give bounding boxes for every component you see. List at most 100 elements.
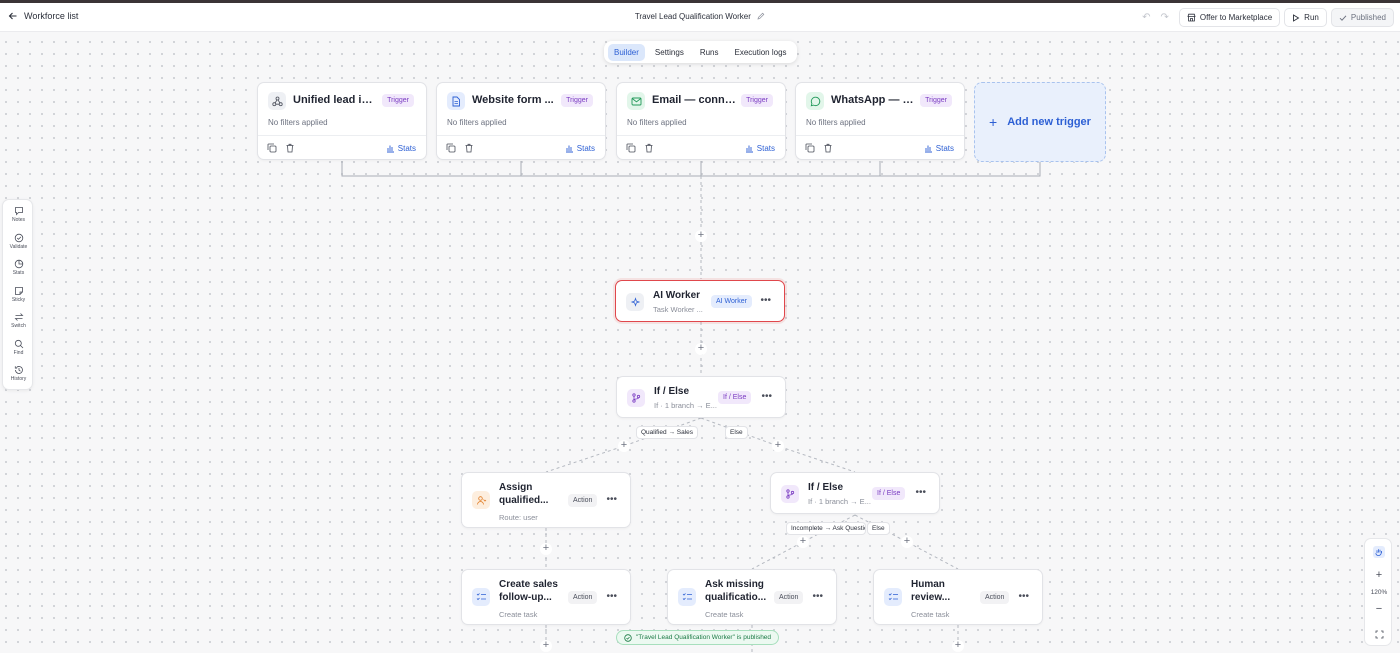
bar-chart-icon — [924, 145, 932, 153]
node-title: Create sales follow-up... — [499, 578, 558, 604]
ask-missing-qualification-node[interactable]: Ask missing qualificatio... Create task A… — [667, 569, 837, 625]
add-step-button[interactable]: + — [695, 230, 707, 242]
document-icon — [447, 92, 465, 110]
trash-icon[interactable] — [644, 143, 654, 153]
trigger-name: Email — conne... — [652, 94, 738, 106]
trash-icon[interactable] — [823, 143, 833, 153]
node-subtitle: Create task — [705, 610, 744, 619]
fit-view-icon[interactable] — [1375, 630, 1384, 639]
add-step-button[interactable]: + — [772, 440, 784, 452]
node-title: Assign qualified... — [499, 481, 548, 507]
left-toolbar: Notes Validate Stats Sticky Switch Find … — [2, 199, 33, 390]
toolbar-stats[interactable]: Stats — [3, 259, 34, 276]
stats-label: Stats — [397, 144, 416, 153]
mail-icon — [627, 92, 645, 110]
trash-icon[interactable] — [464, 143, 474, 153]
toolbar-sticky[interactable]: Sticky — [3, 286, 34, 303]
toolbar-label: Stats — [12, 270, 25, 276]
toast-text: "Travel Lead Qualification Worker" is pu… — [636, 634, 772, 641]
human-review-node[interactable]: Human review... Create task Action ••• — [873, 569, 1043, 625]
node-subtitle: Create task — [911, 610, 950, 619]
more-options-icon[interactable]: ••• — [760, 295, 771, 306]
trigger-filters: No filters applied — [627, 118, 687, 127]
add-step-button[interactable]: + — [797, 536, 809, 548]
node-title-line2: qualified... — [499, 495, 549, 506]
more-options-icon[interactable]: ••• — [606, 494, 617, 505]
more-options-icon[interactable]: ••• — [915, 487, 926, 498]
create-sales-followup-node[interactable]: Create sales follow-up... Create task Act… — [461, 569, 631, 625]
trigger-badge: Trigger — [382, 94, 414, 107]
stats-link[interactable]: Stats — [924, 144, 954, 153]
hand-icon[interactable] — [1373, 546, 1385, 558]
more-options-icon[interactable]: ••• — [1018, 591, 1029, 602]
node-subtitle: Task Worker ... — [653, 305, 703, 314]
trigger-card[interactable]: Unified lead int... Trigger No filters a… — [257, 82, 427, 160]
ai-worker-node[interactable]: AI Worker Task Worker ... AI Worker ••• — [615, 280, 785, 322]
node-subtitle: Create task — [499, 610, 538, 619]
node-title-line1: Ask missing — [705, 579, 764, 590]
more-options-icon[interactable]: ••• — [812, 591, 823, 602]
node-title: If / Else — [654, 386, 690, 397]
trigger-badge: Trigger — [741, 94, 773, 107]
trigger-filters: No filters applied — [447, 118, 507, 127]
if-else-node[interactable]: If / Else If · 1 branch → E... If / Else… — [616, 376, 786, 418]
more-options-icon[interactable]: ••• — [761, 391, 772, 402]
trash-icon[interactable] — [285, 143, 295, 153]
sparkle-icon — [626, 293, 644, 311]
node-title: Human review... — [911, 578, 950, 604]
trigger-card[interactable]: WhatsApp — c... Trigger No filters appli… — [795, 82, 965, 160]
edge-label-else: Else — [867, 522, 890, 535]
toolbar-notes[interactable]: Notes — [3, 206, 34, 223]
toolbar-label: Switch — [11, 323, 26, 329]
more-options-icon[interactable]: ••• — [606, 591, 617, 602]
webhook-icon — [268, 92, 286, 110]
node-title-line2: qualificatio... — [705, 592, 767, 603]
divider — [258, 135, 426, 136]
notes-icon — [14, 207, 23, 216]
edge-label-qualified: Qualified → Sales — [636, 426, 699, 439]
toolbar-find[interactable]: Find — [3, 339, 34, 356]
checklist-icon — [678, 588, 696, 606]
add-step-button[interactable]: + — [540, 640, 552, 652]
trigger-filters: No filters applied — [806, 118, 866, 127]
toolbar-history[interactable]: History — [3, 365, 34, 382]
zoom-out-button[interactable]: − — [1365, 603, 1393, 615]
divider — [437, 135, 605, 136]
trigger-badge: Trigger — [920, 94, 952, 107]
user-route-icon — [472, 491, 490, 509]
history-icon — [14, 366, 23, 374]
zoom-in-button[interactable]: + — [1365, 569, 1393, 581]
trigger-card[interactable]: Website form ... Trigger No filters appl… — [436, 82, 606, 160]
add-step-button[interactable]: + — [540, 543, 552, 555]
add-step-button[interactable]: + — [952, 640, 964, 652]
copy-icon[interactable] — [805, 143, 815, 153]
toolbar-switch[interactable]: Switch — [3, 312, 34, 329]
stats-label: Stats — [576, 144, 595, 153]
copy-icon[interactable] — [626, 143, 636, 153]
toolbar-validate[interactable]: Validate — [3, 233, 34, 250]
divider — [796, 135, 964, 136]
add-step-button[interactable]: + — [901, 536, 913, 548]
copy-icon[interactable] — [446, 143, 456, 153]
copy-icon[interactable] — [267, 143, 277, 153]
toolbar-label: Find — [13, 350, 24, 356]
sticky-icon — [14, 287, 23, 295]
add-new-trigger-button[interactable]: + Add new trigger — [974, 82, 1106, 162]
trigger-name: WhatsApp — c... — [831, 94, 917, 106]
check-circle-icon — [624, 633, 632, 642]
if-else-node[interactable]: If / Else If · 1 branch → E... If / Else… — [770, 472, 940, 514]
add-step-button[interactable]: + — [618, 440, 630, 452]
assign-action-node[interactable]: Assign qualified... Route: user Action ••… — [461, 472, 631, 528]
node-title-line1: Human — [911, 579, 945, 590]
trigger-card[interactable]: Email — conne... Trigger No filters appl… — [616, 82, 786, 160]
stats-link[interactable]: Stats — [386, 144, 416, 153]
add-step-button[interactable]: + — [695, 343, 707, 355]
trigger-name: Website form ... — [472, 94, 554, 106]
stats-link[interactable]: Stats — [565, 144, 595, 153]
search-icon — [14, 339, 23, 349]
node-badge: Action — [980, 591, 1010, 604]
switch-icon — [14, 313, 23, 321]
stats-label: Stats — [935, 144, 954, 153]
node-badge: Action — [774, 591, 804, 604]
stats-link[interactable]: Stats — [745, 144, 775, 153]
